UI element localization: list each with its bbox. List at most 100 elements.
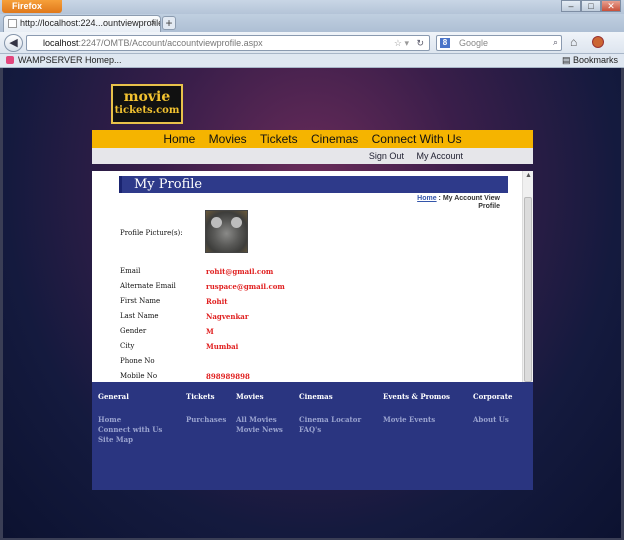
menu-movies[interactable]: Movies bbox=[209, 132, 247, 146]
bookmarks-icon: ▤ bbox=[561, 55, 573, 65]
menu-home[interactable]: Home bbox=[163, 132, 195, 146]
field-value: 898989898 bbox=[206, 372, 250, 381]
field-label: Email bbox=[120, 267, 141, 275]
breadcrumb: Home : My Account View Profile bbox=[414, 195, 500, 211]
footer-link[interactable]: Home bbox=[98, 415, 162, 425]
menu-cinemas[interactable]: Cinemas bbox=[311, 132, 358, 146]
page-title: My Profile bbox=[119, 176, 508, 193]
bookmarks-toolbar: WAMPSERVER Homep... ▤ Bookmarks bbox=[0, 54, 624, 68]
field-row: Last Name Nagvenkar bbox=[120, 312, 500, 327]
window-titlebar: Firefox – □ ✕ bbox=[0, 0, 624, 14]
footer-column-movies: Movies All Movies Movie News bbox=[236, 392, 283, 435]
vertical-scrollbar[interactable]: ▲ bbox=[522, 171, 533, 382]
field-value: rohit@gmail.com bbox=[206, 267, 274, 276]
footer-link[interactable]: FAQ's bbox=[299, 425, 361, 435]
bookmark-star-icon[interactable]: ☆ ▾ bbox=[394, 36, 409, 50]
field-label: Gender bbox=[120, 327, 147, 335]
maximize-button[interactable]: □ bbox=[581, 0, 601, 12]
search-icon[interactable]: ⌕ bbox=[553, 35, 558, 49]
logo-line2: tickets.com bbox=[114, 105, 180, 116]
footer-link[interactable]: Connect with Us bbox=[98, 425, 162, 435]
my-account-link[interactable]: My Account bbox=[416, 151, 463, 161]
footer-link[interactable]: Purchases bbox=[186, 415, 226, 425]
field-row: Gender M bbox=[120, 327, 500, 342]
bookmark-label: WAMPSERVER Homep... bbox=[18, 55, 122, 65]
breadcrumb-current: : My Account View Profile bbox=[436, 195, 500, 210]
footer-column-events: Events & Promos Movie Events bbox=[383, 392, 450, 425]
tab-strip: http://localhost:224...ountviewprofile.a… bbox=[0, 14, 624, 32]
field-label: Phone No bbox=[120, 357, 155, 365]
close-tab-icon[interactable]: × bbox=[151, 16, 156, 31]
footer-heading: Tickets bbox=[186, 392, 215, 401]
field-row: City Mumbai bbox=[120, 342, 500, 357]
footer-heading: Events & Promos bbox=[383, 392, 450, 401]
profile-picture-label: Profile Picture(s): bbox=[120, 229, 183, 237]
scroll-up-icon[interactable]: ▲ bbox=[525, 172, 532, 179]
field-value: M bbox=[206, 327, 214, 336]
profile-fields: Email rohit@gmail.com Alternate Email rusp… bbox=[120, 267, 500, 382]
footer-link[interactable]: Site Map bbox=[98, 435, 162, 445]
footer-heading: Movies bbox=[236, 392, 264, 401]
field-label: Last Name bbox=[120, 312, 159, 320]
home-icon[interactable]: ⌂ bbox=[570, 35, 577, 49]
reload-icon[interactable]: ↻ bbox=[416, 36, 424, 50]
back-button[interactable]: ◀ bbox=[4, 34, 23, 52]
page-viewport: movie tickets.com Home Movies Tickets Ci… bbox=[3, 68, 621, 538]
footer-column-tickets: Tickets Purchases bbox=[186, 392, 226, 425]
field-row: Mobile No 898989898 bbox=[120, 372, 500, 382]
footer-column-cinemas: Cinemas Cinema Locator FAQ's bbox=[299, 392, 361, 435]
url-host: localhost bbox=[43, 38, 79, 48]
sign-out-link[interactable]: Sign Out bbox=[369, 151, 404, 161]
footer-heading: Cinemas bbox=[299, 392, 333, 401]
firefox-menu-button[interactable]: Firefox bbox=[2, 0, 62, 13]
footer-link[interactable]: All Movies bbox=[236, 415, 283, 425]
field-label: First Name bbox=[120, 297, 161, 305]
scrollbar-thumb[interactable] bbox=[524, 197, 532, 382]
footer-link[interactable]: Movie Events bbox=[383, 415, 450, 425]
navigation-toolbar: ◀ localhost:2247/OMTB/Account/accountvie… bbox=[0, 32, 624, 54]
site-footer: General Home Connect with Us Site Map Ti… bbox=[92, 382, 533, 490]
footer-link[interactable]: About Us bbox=[473, 415, 512, 425]
field-row: Phone No bbox=[120, 357, 500, 372]
field-row: Email rohit@gmail.com bbox=[120, 267, 500, 282]
close-window-button[interactable]: ✕ bbox=[601, 0, 621, 12]
search-input[interactable]: 8 Google ⌕ bbox=[436, 35, 562, 51]
footer-column-general: General Home Connect with Us Site Map bbox=[98, 392, 162, 445]
field-label: Alternate Email bbox=[120, 282, 176, 290]
bookmarks-menu-button[interactable]: ▤ Bookmarks bbox=[562, 54, 618, 67]
search-placeholder: Google bbox=[459, 38, 489, 48]
menu-tickets[interactable]: Tickets bbox=[260, 132, 298, 146]
field-value: Mumbai bbox=[206, 342, 239, 351]
field-value: Rohit bbox=[206, 297, 228, 306]
field-label: Mobile No bbox=[120, 372, 158, 380]
main-menu: Home Movies Tickets Cinemas Connect With… bbox=[92, 130, 533, 148]
breadcrumb-home-link[interactable]: Home bbox=[417, 195, 436, 202]
addon-icon[interactable] bbox=[592, 36, 604, 48]
bookmarks-menu-label: Bookmarks bbox=[572, 55, 618, 65]
account-subnav: Sign Out My Account bbox=[92, 148, 533, 164]
new-tab-button[interactable]: + bbox=[162, 16, 176, 30]
menu-connect[interactable]: Connect With Us bbox=[372, 132, 462, 146]
google-engine-icon[interactable]: 8 bbox=[440, 38, 450, 48]
field-row: First Name Rohit bbox=[120, 297, 500, 312]
minimize-button[interactable]: – bbox=[561, 0, 581, 12]
field-label: City bbox=[120, 342, 135, 350]
tab-title: http://localhost:224...ountviewprofile.a… bbox=[20, 18, 160, 28]
address-bar[interactable]: localhost:2247/OMTB/Account/accountviewp… bbox=[26, 35, 430, 51]
tab-account-profile[interactable]: http://localhost:224...ountviewprofile.a… bbox=[3, 15, 161, 32]
footer-heading: Corporate bbox=[473, 392, 513, 401]
field-value: ruspace@gmail.com bbox=[206, 282, 285, 291]
page-favicon-icon bbox=[8, 19, 17, 28]
site-logo[interactable]: movie tickets.com bbox=[111, 84, 183, 124]
field-row: Alternate Email ruspace@gmail.com bbox=[120, 282, 500, 297]
footer-link[interactable]: Movie News bbox=[236, 425, 283, 435]
footer-heading: General bbox=[98, 392, 129, 401]
profile-panel: My Profile Home : My Account View Profil… bbox=[92, 171, 533, 382]
footer-link[interactable]: Cinema Locator bbox=[299, 415, 361, 425]
wampserver-icon bbox=[6, 56, 14, 64]
url-path: :2247/OMTB/Account/accountviewprofile.as… bbox=[78, 38, 263, 48]
profile-picture bbox=[205, 210, 248, 253]
logo-line1: movie bbox=[123, 89, 171, 105]
field-value: Nagvenkar bbox=[206, 312, 249, 321]
bookmark-wampserver[interactable]: WAMPSERVER Homep... bbox=[6, 54, 122, 67]
